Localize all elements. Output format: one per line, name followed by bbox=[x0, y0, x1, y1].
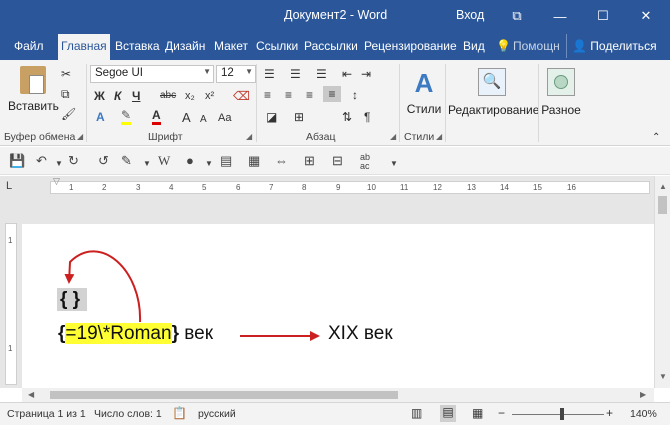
scroll-down-icon[interactable]: ▼ bbox=[659, 372, 667, 381]
status-bar: Страница 1 из 1 Число слов: 1 📋 русский … bbox=[0, 402, 670, 425]
word-count[interactable]: Число слов: 1 bbox=[94, 408, 162, 420]
zoom-in-icon[interactable]: + bbox=[606, 406, 613, 420]
horizontal-scrollbar[interactable]: ◀ ▶ bbox=[22, 388, 654, 402]
scroll-thumb[interactable] bbox=[658, 196, 667, 214]
zoom-slider-thumb[interactable] bbox=[560, 408, 564, 420]
vertical-scrollbar[interactable]: ▲ ▼ bbox=[654, 176, 670, 388]
page-count[interactable]: Страница 1 из 1 bbox=[7, 408, 86, 420]
curved-arrow bbox=[64, 250, 142, 323]
web-layout-icon[interactable]: ▦ bbox=[472, 406, 483, 420]
zoom-slider[interactable] bbox=[512, 414, 604, 415]
language[interactable]: русский bbox=[198, 408, 236, 420]
zoom-level[interactable]: 140% bbox=[630, 408, 657, 420]
print-layout-icon[interactable]: ▤ bbox=[440, 405, 456, 422]
scroll-left-icon[interactable]: ◀ bbox=[28, 390, 34, 399]
scroll-right-icon[interactable]: ▶ bbox=[640, 390, 646, 399]
scroll-thumb[interactable] bbox=[50, 391, 398, 399]
proofing-icon[interactable]: 📋 bbox=[172, 406, 187, 420]
annotation-arrows bbox=[64, 250, 320, 341]
read-mode-icon[interactable]: ▥ bbox=[411, 406, 422, 420]
zoom-out-icon[interactable]: − bbox=[498, 406, 505, 420]
scroll-up-icon[interactable]: ▲ bbox=[659, 182, 667, 191]
